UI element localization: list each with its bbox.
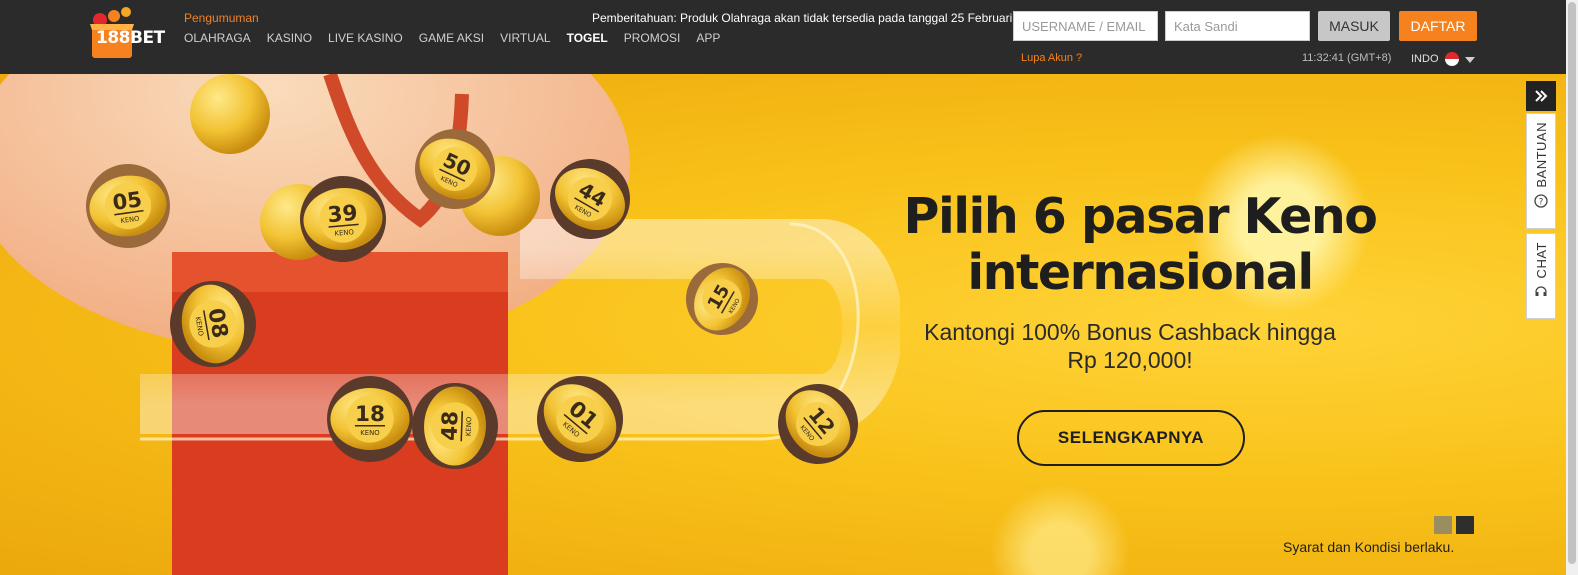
announcement-link[interactable]: Pengumuman (184, 11, 259, 25)
main-nav: OLAHRAGA KASINO LIVE KASINO GAME AKSI VIRTUA… (176, 31, 728, 45)
slide-dot-2[interactable] (1456, 516, 1474, 534)
top-header: 188BET Pengumuman OLAHRAGA KASINO LIVE KAS… (0, 0, 1566, 74)
logo-text: 188BET (96, 28, 165, 48)
slide-dot-1[interactable] (1434, 516, 1452, 534)
promo-banner[interactable]: 05 KENO 50 KENO 44 KENO 39 KENO 08 KENO 15 KENO 18 KE… (0, 74, 1566, 575)
ball-number: 08 (203, 306, 233, 340)
banner-headline: Pilih 6 pasar Keno internasional (903, 188, 1378, 301)
nav-item-game-aksi[interactable]: GAME AKSI (411, 31, 492, 45)
ball-caption: KENO (360, 429, 380, 437)
forgot-account-link[interactable]: Lupa Akun ? (1021, 52, 1082, 64)
notice-ticker: Pemberitahuan: Produk Olahraga akan tida… (592, 11, 1012, 27)
question-circle-icon: ? (1534, 193, 1548, 208)
server-clock: 11:32:41 (GMT+8) (1302, 52, 1392, 64)
learn-more-button[interactable]: SELENGKAPNYA (1017, 410, 1245, 466)
nav-item-live-kasino[interactable]: LIVE KASINO (320, 31, 411, 45)
double-chevron-right-icon (1535, 90, 1548, 102)
svg-text:?: ? (1539, 197, 1544, 207)
plain-ball (190, 74, 270, 154)
chat-tab[interactable]: CHAT (1526, 233, 1556, 319)
login-button[interactable]: MASUK (1318, 11, 1390, 41)
keno-ball: 18 KENO (327, 376, 413, 462)
indonesia-flag-icon (1444, 52, 1459, 66)
register-button[interactable]: DAFTAR (1399, 11, 1477, 41)
nav-item-promosi[interactable]: PROMOSI (616, 31, 689, 45)
help-tab[interactable]: BANTUAN ? (1526, 113, 1556, 229)
page-scrollbar[interactable] (1566, 0, 1578, 575)
ball-caption: KENO (465, 416, 474, 436)
ball-number: 18 (355, 402, 385, 427)
nav-item-app[interactable]: APP (688, 31, 728, 45)
language-selector[interactable]: INDO (1411, 52, 1475, 66)
chat-label: CHAT (1533, 242, 1549, 279)
notice-text: Pemberitahuan: Produk Olahraga akan tida… (592, 11, 1012, 25)
scrollbar-thumb[interactable] (1568, 2, 1576, 564)
side-panel-toggle[interactable] (1526, 81, 1556, 111)
username-input[interactable] (1013, 11, 1158, 41)
headset-icon (1535, 286, 1547, 297)
keno-balls-illustration: 05KENO50KENO 44KENO39KENO08KENO15KENO18KE… (0, 74, 900, 575)
terms-text: Syarat dan Kondisi berlaku. (1283, 539, 1455, 555)
language-label: INDO (1411, 53, 1439, 65)
banner-subline: Kantongi 100% Bonus Cashback hingga Rp 1… (924, 319, 1336, 373)
nav-item-virtual[interactable]: VIRTUAL (492, 31, 558, 45)
help-label: BANTUAN (1533, 122, 1549, 188)
chevron-down-icon (1464, 57, 1475, 63)
nav-item-togel[interactable]: TOGEL (559, 31, 616, 45)
slider-pagination (1434, 516, 1474, 534)
password-input[interactable] (1165, 11, 1310, 41)
nav-item-olahraga[interactable]: OLAHRAGA (176, 31, 259, 45)
nav-item-kasino[interactable]: KASINO (259, 31, 320, 45)
ball-number: 48 (437, 410, 463, 441)
